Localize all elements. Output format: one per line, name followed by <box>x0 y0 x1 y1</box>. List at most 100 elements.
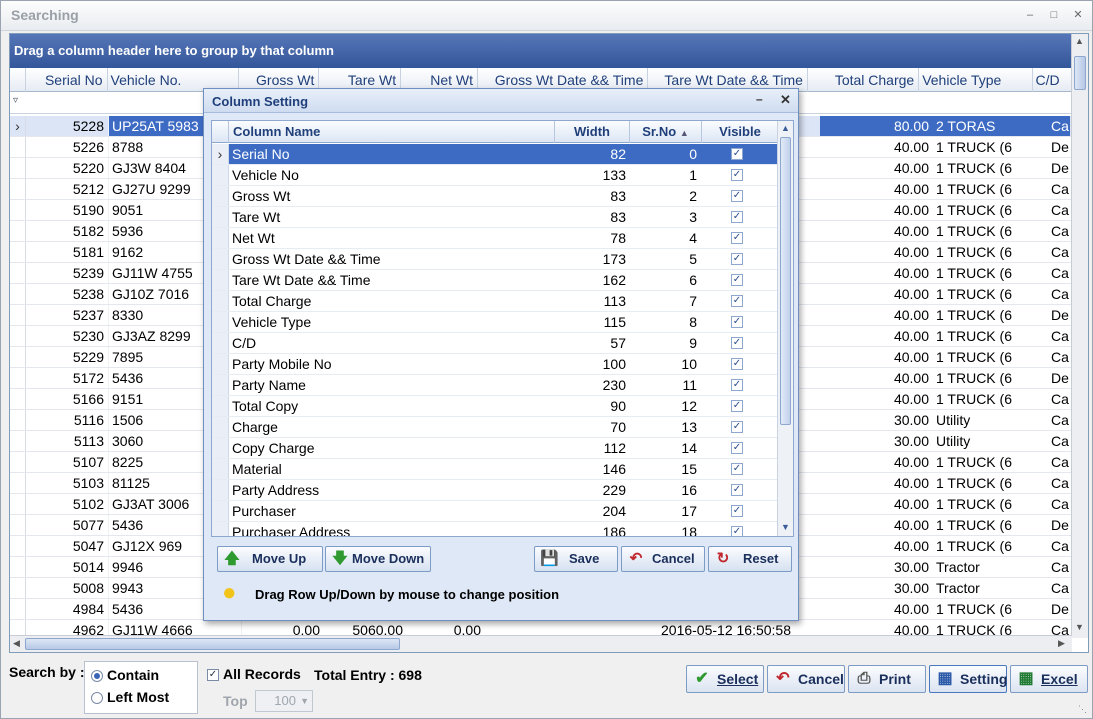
row-indicator[interactable] <box>212 438 229 458</box>
cell-cd[interactable]: Ca <box>1048 200 1070 220</box>
row-indicator[interactable] <box>212 186 229 206</box>
row-indicator[interactable] <box>10 515 26 535</box>
cell-column-name[interactable]: Charge <box>229 417 555 437</box>
cell-vehicle-type[interactable]: 1 TRUCK (6 <box>933 599 1048 619</box>
row-indicator[interactable] <box>212 501 229 521</box>
scroll-right-icon[interactable]: ▶ <box>1058 638 1065 649</box>
cell-total-charge[interactable]: 30.00 <box>820 557 933 577</box>
row-indicator[interactable] <box>212 270 229 290</box>
row-indicator[interactable] <box>10 347 26 367</box>
visible-checkbox[interactable]: ✓ <box>731 337 743 349</box>
top-select[interactable]: 100 ▼ <box>255 690 313 712</box>
cell-width[interactable]: 230 <box>555 375 630 395</box>
cell-serial-no[interactable]: 5228 <box>26 116 109 136</box>
cell-cd[interactable]: Ca <box>1048 494 1070 514</box>
column-row[interactable]: Vehicle No 133 1 ✓ <box>212 165 778 186</box>
cell-sr-no[interactable]: 10 <box>630 354 702 374</box>
cell-column-name[interactable]: Copy Charge <box>229 438 555 458</box>
scroll-thumb[interactable] <box>1074 56 1086 90</box>
row-indicator[interactable] <box>212 165 229 185</box>
cell-total-charge[interactable]: 40.00 <box>820 326 933 346</box>
column-row[interactable]: Tare Wt Date && Time 162 6 ✓ <box>212 270 778 291</box>
dialog-scroll-up-icon[interactable]: ▲ <box>781 123 790 133</box>
cell-vehicle-type[interactable]: 1 TRUCK (6 <box>933 284 1048 304</box>
cell-width[interactable]: 82 <box>555 144 630 164</box>
column-row[interactable]: Material 146 15 ✓ <box>212 459 778 480</box>
row-indicator[interactable] <box>10 473 26 493</box>
cell-cd[interactable]: Ca <box>1048 221 1070 241</box>
maximize-icon[interactable]: □ <box>1047 8 1061 22</box>
column-row[interactable]: Charge 70 13 ✓ <box>212 417 778 438</box>
cell-vehicle-type[interactable]: 1 TRUCK (6 <box>933 452 1048 472</box>
dialog-close-icon[interactable]: ✕ <box>780 92 791 108</box>
column-row[interactable]: Total Copy 90 12 ✓ <box>212 396 778 417</box>
column-row[interactable]: Purchaser 204 17 ✓ <box>212 501 778 522</box>
row-indicator[interactable] <box>10 305 26 325</box>
cell-vehicle-type[interactable]: Utility <box>933 410 1048 430</box>
row-indicator[interactable] <box>212 228 229 248</box>
row-indicator[interactable] <box>212 312 229 332</box>
visible-checkbox[interactable]: ✓ <box>731 190 743 202</box>
row-indicator[interactable]: › <box>10 116 26 136</box>
cell-vehicle-type[interactable]: 1 TRUCK (6 <box>933 158 1048 178</box>
header-column-name[interactable]: Column Name <box>229 121 555 143</box>
cell-column-name[interactable]: Vehicle No <box>229 165 555 185</box>
column-row[interactable]: Purchaser Address 186 18 ✓ <box>212 522 778 536</box>
row-indicator[interactable] <box>10 179 26 199</box>
cell-total-charge[interactable]: 40.00 <box>820 137 933 157</box>
cell-cd[interactable]: De <box>1048 137 1070 157</box>
row-indicator[interactable] <box>10 158 26 178</box>
cell-sr-no[interactable]: 5 <box>630 249 702 269</box>
cell-column-name[interactable]: Gross Wt Date && Time <box>229 249 555 269</box>
cell-cd[interactable]: Ca <box>1048 116 1070 136</box>
all-records-checkbox[interactable]: ✓ <box>207 669 219 681</box>
cell-serial-no[interactable]: 5077 <box>26 515 109 535</box>
visible-checkbox[interactable]: ✓ <box>731 442 743 454</box>
print-button[interactable]: ⎙ Print <box>848 665 926 693</box>
scroll-left-icon[interactable]: ◀ <box>13 638 20 649</box>
cell-width[interactable]: 133 <box>555 165 630 185</box>
minimize-icon[interactable]: – <box>1023 8 1037 22</box>
cell-serial-no[interactable]: 5212 <box>26 179 109 199</box>
cell-serial-no[interactable]: 5220 <box>26 158 109 178</box>
row-indicator[interactable] <box>212 522 229 536</box>
cell-total-charge[interactable]: 40.00 <box>820 221 933 241</box>
row-indicator[interactable] <box>10 326 26 346</box>
cell-cd[interactable]: De <box>1048 599 1070 619</box>
cell-cd[interactable]: De <box>1048 158 1070 178</box>
cell-cd[interactable]: De <box>1048 305 1070 325</box>
cell-cd[interactable]: Ca <box>1048 452 1070 472</box>
scroll-down-icon[interactable]: ▼ <box>1075 622 1084 632</box>
cell-vehicle-type[interactable]: 1 TRUCK (6 <box>933 326 1048 346</box>
cell-width[interactable]: 78 <box>555 228 630 248</box>
cell-vehicle-type[interactable]: 1 TRUCK (6 <box>933 179 1048 199</box>
cell-width[interactable]: 173 <box>555 249 630 269</box>
left-most-radio[interactable] <box>91 692 103 704</box>
header-total-charge[interactable]: Total Charge <box>808 68 920 92</box>
cell-total-charge[interactable]: 40.00 <box>820 515 933 535</box>
all-records-label[interactable]: All Records <box>223 666 301 682</box>
cell-sr-no[interactable]: 7 <box>630 291 702 311</box>
dialog-scroll-thumb[interactable] <box>780 137 791 425</box>
column-row[interactable]: Net Wt 78 4 ✓ <box>212 228 778 249</box>
cell-sr-no[interactable]: 1 <box>630 165 702 185</box>
cell-total-charge[interactable]: 40.00 <box>820 347 933 367</box>
cell-width[interactable]: 186 <box>555 522 630 536</box>
cell-column-name[interactable]: Serial No <box>229 144 555 164</box>
row-indicator[interactable] <box>10 431 26 451</box>
cell-vehicle-type[interactable]: 1 TRUCK (6 <box>933 368 1048 388</box>
cell-vehicle-type[interactable]: 1 TRUCK (6 <box>933 221 1048 241</box>
row-indicator[interactable] <box>10 578 26 598</box>
column-row[interactable]: › Serial No 82 0 ✓ <box>212 144 778 165</box>
cell-cd[interactable]: De <box>1048 368 1070 388</box>
row-indicator[interactable] <box>10 452 26 472</box>
cell-sr-no[interactable]: 11 <box>630 375 702 395</box>
close-icon[interactable]: ✕ <box>1071 8 1085 22</box>
cell-width[interactable]: 204 <box>555 501 630 521</box>
cell-serial-no[interactable]: 5237 <box>26 305 109 325</box>
cell-cd[interactable]: Ca <box>1048 410 1070 430</box>
cell-width[interactable]: 229 <box>555 480 630 500</box>
column-row[interactable]: Vehicle Type 115 8 ✓ <box>212 312 778 333</box>
dialog-title-bar[interactable]: Column Setting – ✕ <box>204 89 798 113</box>
cell-sr-no[interactable]: 15 <box>630 459 702 479</box>
